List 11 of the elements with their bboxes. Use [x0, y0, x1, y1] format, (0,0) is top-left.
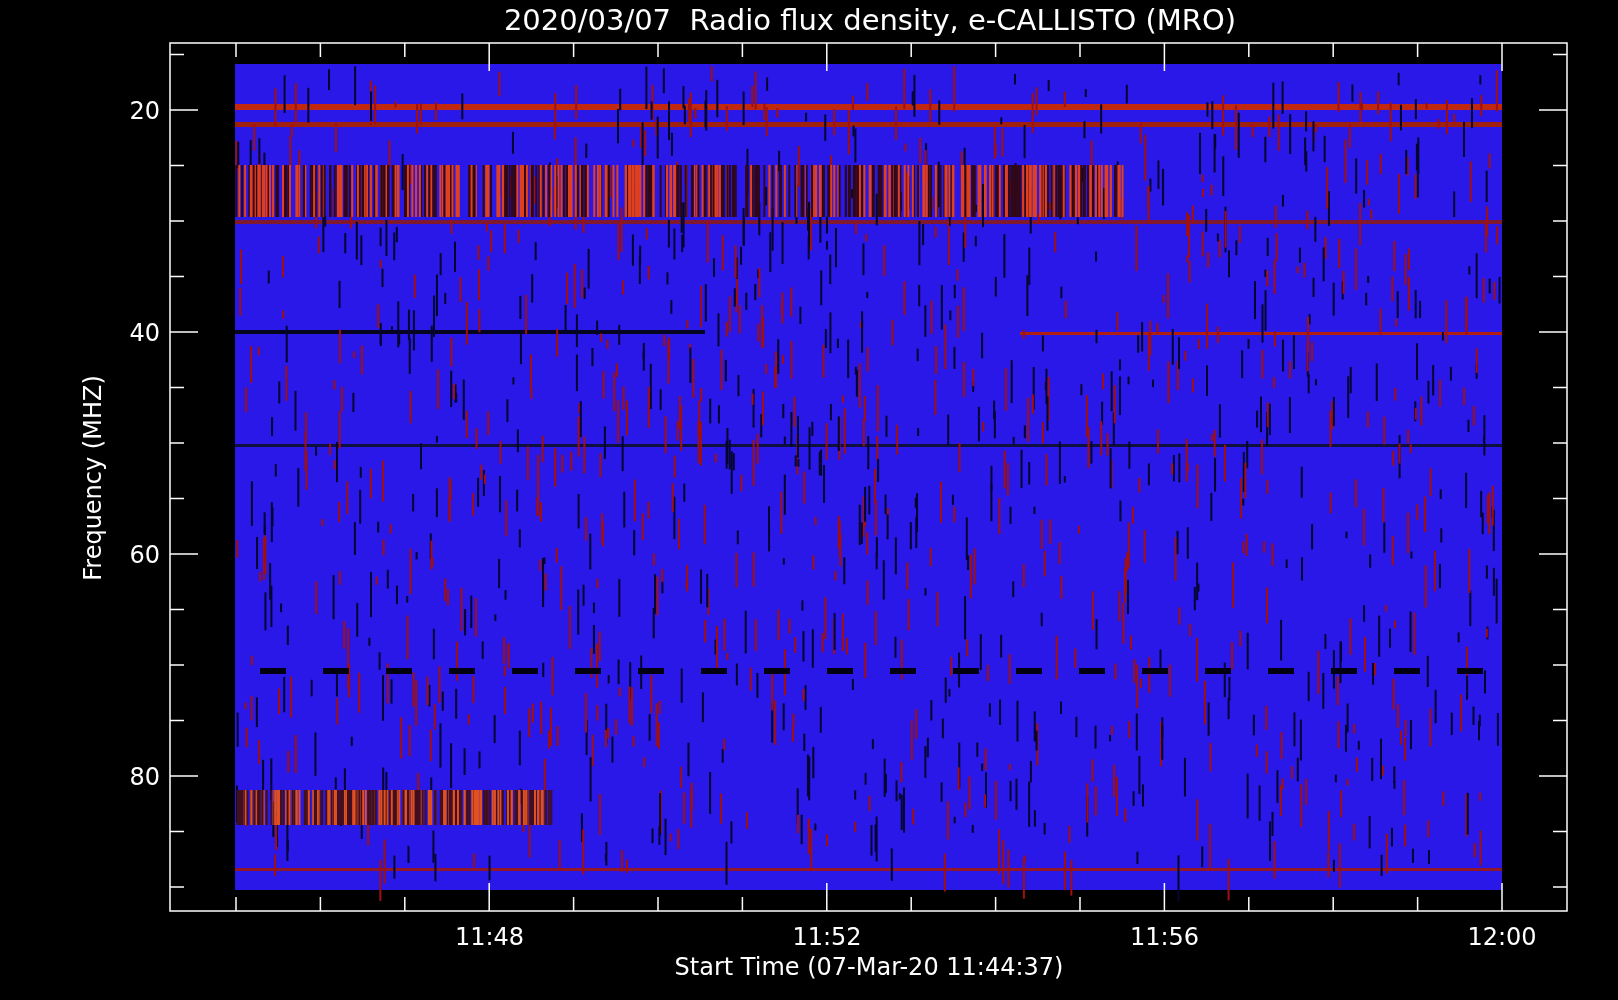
x-tick-label: 11:52: [792, 923, 862, 951]
y-axis-label: Frequency (MHZ): [79, 375, 107, 581]
plot-title: 2020/03/07 Radio flux density, e-CALLISTO (MRO): [503, 3, 1237, 37]
y-tick-label: 20: [129, 97, 160, 125]
x-tick-label: 11:48: [454, 923, 525, 951]
y-tick-label: 80: [129, 763, 160, 791]
y-tick-label: 40: [129, 319, 160, 347]
y-tick-label: 60: [129, 541, 160, 569]
x-axis-label: Start Time (07-Mar-20 11:44:37): [674, 953, 1064, 981]
x-tick-label: 11:56: [1129, 923, 1200, 951]
x-tick-label: 12:00: [1467, 923, 1537, 951]
